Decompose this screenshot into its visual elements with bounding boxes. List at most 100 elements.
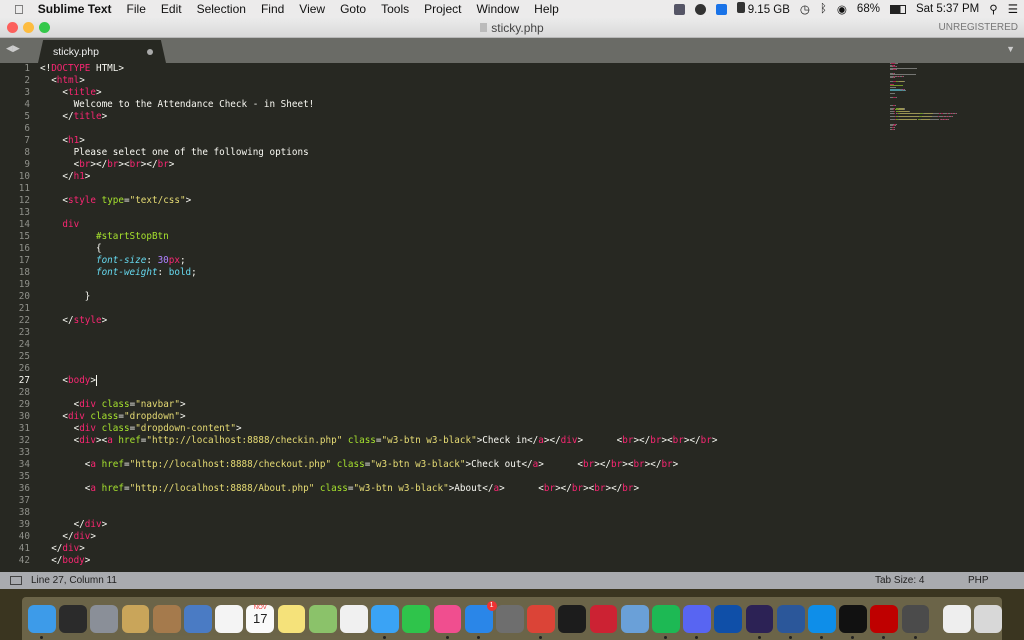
menu-edit[interactable]: Edit xyxy=(161,2,182,16)
code-line[interactable]: { xyxy=(40,243,717,255)
code-line[interactable]: </div> xyxy=(40,531,717,543)
menu-selection[interactable]: Selection xyxy=(197,2,246,16)
code-line[interactable] xyxy=(40,447,717,459)
code-line[interactable]: <html> xyxy=(40,75,717,87)
dock-simulator-icon[interactable] xyxy=(589,604,618,633)
notification-center-icon[interactable]: ☰ xyxy=(1008,2,1018,16)
unsaved-dot-icon[interactable] xyxy=(147,49,153,55)
dock-preview-icon[interactable] xyxy=(184,604,212,633)
dock-maps-icon[interactable] xyxy=(308,604,337,633)
code-line[interactable]: <a href="http://localhost:8888/About.php… xyxy=(40,483,717,495)
dock-document-stack-icon[interactable] xyxy=(942,604,971,633)
time-machine-icon[interactable]: ◷ xyxy=(800,2,810,16)
code-line[interactable]: <div><a href="http://localhost:8888/chec… xyxy=(40,435,718,447)
tab-dropdown-icon[interactable]: ▼ xyxy=(1006,44,1015,54)
code-line[interactable] xyxy=(40,507,717,519)
code-line[interactable]: </div> xyxy=(40,543,717,555)
code-line[interactable]: <body> xyxy=(40,375,717,387)
dock-system-preferences-icon[interactable] xyxy=(496,604,524,633)
wifi-icon[interactable]: ◉ xyxy=(837,2,847,16)
code-area[interactable]: <!DOCTYPE HTML> <html> <title> Welcome t… xyxy=(40,63,717,567)
code-line[interactable]: } xyxy=(40,291,717,303)
code-line[interactable] xyxy=(40,351,717,363)
menu-goto[interactable]: Goto xyxy=(340,2,366,16)
dock-itunes-icon[interactable] xyxy=(433,604,462,639)
code-line[interactable]: <!DOCTYPE HTML> xyxy=(40,63,717,75)
dock-eclipse-icon[interactable] xyxy=(745,604,774,639)
code-line[interactable] xyxy=(40,471,717,483)
dock-word-icon[interactable] xyxy=(776,604,805,639)
dock-filezilla-icon[interactable] xyxy=(870,604,899,639)
dock-finder-icon[interactable] xyxy=(28,604,56,639)
menu-window[interactable]: Window xyxy=(476,2,519,16)
code-line[interactable]: <h1> xyxy=(40,135,717,147)
code-line[interactable]: <style type="text/css"> xyxy=(40,195,717,207)
dock-app-store-icon[interactable]: 1 xyxy=(464,600,497,639)
menu-tools[interactable]: Tools xyxy=(381,2,409,16)
syntax-mode[interactable]: PHP xyxy=(968,575,989,586)
dock-reminders-icon[interactable] xyxy=(215,604,243,633)
dock-teamviewer-icon[interactable] xyxy=(808,604,836,639)
dock-discord-icon[interactable] xyxy=(683,604,711,639)
dock-utilities-icon[interactable] xyxy=(121,604,150,633)
code-line[interactable]: Welcome to the Attendance Check - in She… xyxy=(40,99,717,111)
dock-server-app-icon[interactable] xyxy=(839,604,867,639)
code-line[interactable] xyxy=(40,495,717,507)
code-line[interactable]: </style> xyxy=(40,315,717,327)
dock-messages-icon[interactable] xyxy=(371,604,399,639)
code-line[interactable]: Please select one of the following optio… xyxy=(40,147,717,159)
dock-spotify-icon[interactable] xyxy=(652,604,680,639)
code-editor[interactable]: 1 2 3 4 5 6 7 8 9 10 11 12 13 14 15 16 17 18 19 20 21 22 23 24 2… xyxy=(0,63,1024,572)
code-line[interactable]: div xyxy=(40,219,717,231)
minimap[interactable] xyxy=(890,63,957,133)
dock-mission-control-icon[interactable] xyxy=(59,604,87,633)
teamviewer-icon[interactable] xyxy=(715,3,727,15)
dock-calendar-icon[interactable]: NOV 17 xyxy=(246,604,275,633)
code-line[interactable]: </title> xyxy=(40,111,717,123)
menu-app-name[interactable]: Sublime Text xyxy=(38,2,112,16)
display-icon[interactable] xyxy=(673,3,685,15)
code-line[interactable]: <div class="navbar"> xyxy=(40,399,717,411)
menu-help[interactable]: Help xyxy=(534,2,559,16)
code-line[interactable] xyxy=(40,387,717,399)
memory-status[interactable]: 9.15 GB xyxy=(736,2,790,16)
code-line[interactable] xyxy=(40,279,717,291)
spotlight-search-icon[interactable]: ⚲ xyxy=(989,2,997,16)
menu-find[interactable]: Find xyxy=(261,2,284,16)
code-line[interactable]: </div> xyxy=(40,519,717,531)
dock-facetime-icon[interactable] xyxy=(402,604,431,633)
dock-launchpad-icon[interactable] xyxy=(90,604,119,633)
code-line[interactable]: </h1> xyxy=(40,171,717,183)
code-line[interactable]: <br></br><br></br> xyxy=(40,159,717,171)
code-line[interactable] xyxy=(40,327,717,339)
clock[interactable]: Sat 5:37 PM xyxy=(916,3,979,15)
dock-chrome-icon[interactable] xyxy=(527,604,555,639)
code-line[interactable]: </body> xyxy=(40,555,717,567)
dock-photos-icon[interactable] xyxy=(340,604,368,633)
battery-percent[interactable]: 68% xyxy=(857,3,880,15)
dock-terminal-icon[interactable] xyxy=(558,604,587,633)
code-line[interactable]: <a href="http://localhost:8888/checkout.… xyxy=(40,459,717,471)
dock-notes-icon[interactable] xyxy=(277,604,306,633)
dock-contacts-icon[interactable] xyxy=(152,604,181,633)
battery-icon[interactable] xyxy=(889,4,906,14)
code-line[interactable]: #startStopBtn xyxy=(40,231,717,243)
code-line[interactable] xyxy=(40,303,717,315)
menu-project[interactable]: Project xyxy=(424,2,461,16)
cloud-icon[interactable] xyxy=(694,3,706,15)
code-line[interactable]: <div class="dropdown"> xyxy=(40,411,717,423)
panel-toggle-icon[interactable] xyxy=(10,576,22,585)
tab-nav-arrows-icon[interactable]: ◀▶ xyxy=(6,43,20,54)
menu-view[interactable]: View xyxy=(299,2,325,16)
bluetooth-icon[interactable]: ᛒ xyxy=(820,3,827,15)
dock-ps4-remote-play-icon[interactable] xyxy=(714,604,743,633)
code-line[interactable] xyxy=(40,183,717,195)
code-line[interactable]: font-size: 30px; xyxy=(40,255,717,267)
code-line[interactable]: <title> xyxy=(40,87,717,99)
tab-sticky-php[interactable]: sticky.php xyxy=(38,40,166,63)
code-line[interactable]: <div class="dropdown-content"> xyxy=(40,423,717,435)
menu-file[interactable]: File xyxy=(127,2,146,16)
code-line[interactable] xyxy=(40,363,717,375)
tab-size[interactable]: Tab Size: 4 xyxy=(875,575,924,586)
dock-network-utility-icon[interactable] xyxy=(620,604,649,633)
